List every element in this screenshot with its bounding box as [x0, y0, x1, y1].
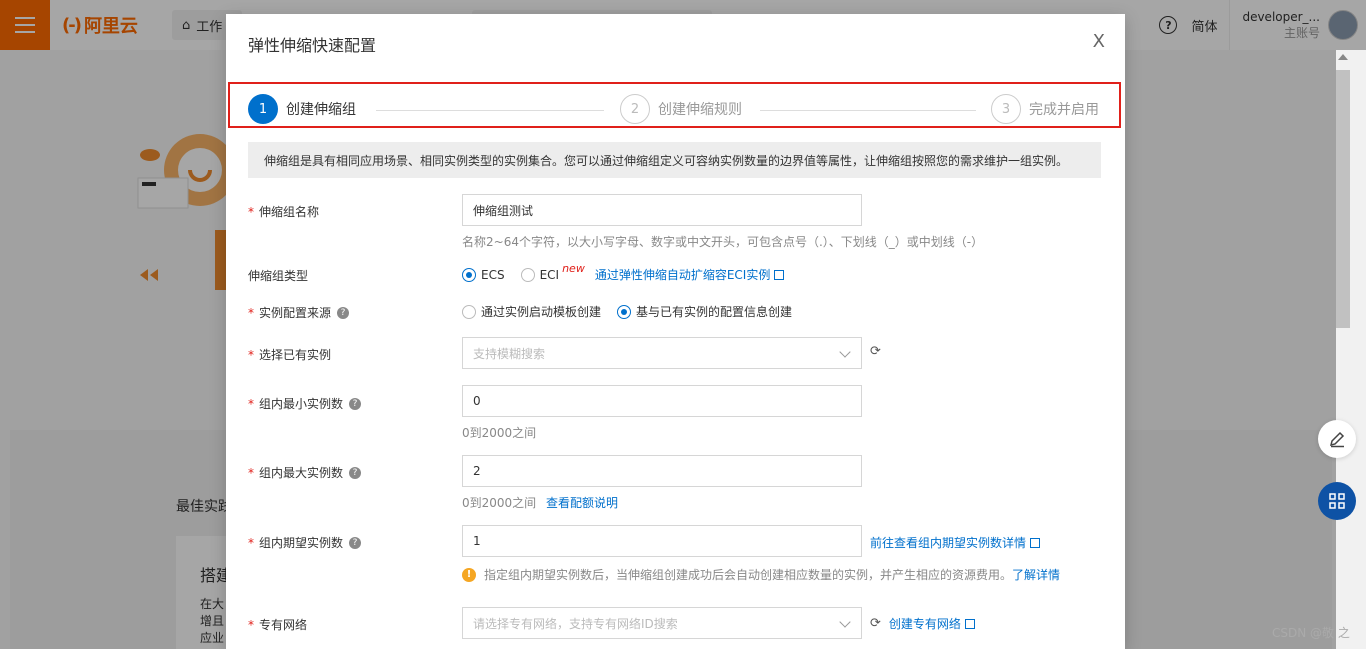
step-create-rule: 2 创建伸缩规则 [620, 94, 742, 124]
radio-eci-label[interactable]: ECI [540, 268, 560, 282]
max-instances-hint: 0到2000之间 查看配额说明 [462, 496, 619, 510]
quota-link[interactable]: 查看配额说明 [546, 496, 618, 510]
field-label-group-name: * 伸缩组名称 [248, 204, 320, 220]
chevron-down-icon [839, 616, 851, 628]
step-connector [376, 110, 604, 111]
min-instances-input[interactable]: 0 [462, 385, 862, 417]
external-link-icon [774, 270, 785, 280]
new-badge: new [562, 262, 585, 275]
field-label-instance-source: * 实例配置来源? [248, 304, 350, 321]
field-label-max-instances: * 组内最大实例数? [248, 464, 362, 481]
warning-icon: ! [462, 567, 476, 582]
desired-instances-detail-link[interactable]: 前往查看组内期望实例数详情 [870, 534, 1041, 551]
question-icon[interactable]: ? [337, 306, 350, 319]
scaling-quick-config-dialog: 弹性伸缩快速配置 X 1 创建伸缩组 2 创建伸缩规则 3 完成并启用 伸缩组是… [226, 14, 1125, 649]
step-label: 完成并启用 [1029, 102, 1099, 118]
vpc-actions: ⟳ 创建专有网络 [870, 615, 975, 632]
question-icon[interactable]: ? [349, 536, 362, 549]
group-type-radios: ECS ECI new 通过弹性伸缩自动扩缩容ECI实例 [462, 262, 785, 283]
group-name-hint: 名称2~64个字符，以大小写字母、数字或中文开头，可包含点号（.）、下划线（_）… [462, 235, 984, 249]
question-icon[interactable]: ? [349, 466, 362, 479]
radio-ecs-label[interactable]: ECS [481, 268, 505, 282]
create-vpc-link[interactable]: 创建专有网络 [889, 615, 975, 632]
field-label-desired-instances: * 组内期望实例数? [248, 534, 362, 551]
step-label: 创建伸缩规则 [658, 102, 742, 118]
dialog-title: 弹性伸缩快速配置 [248, 36, 377, 55]
select-instance-dropdown[interactable]: 支持模糊搜索 [462, 337, 862, 369]
refresh-icon[interactable]: ⟳ [870, 616, 881, 631]
step-number: 2 [620, 94, 650, 124]
field-label-min-instances: * 组内最小实例数? [248, 395, 362, 412]
eci-autoscale-link[interactable]: 通过弹性伸缩自动扩缩容ECI实例 [595, 266, 785, 283]
info-notice: 伸缩组是具有相同应用场景、相同实例类型的实例集合。您可以通过伸缩组定义可容纳实例… [248, 142, 1101, 178]
radio-ecs[interactable] [462, 267, 476, 282]
step-finish-enable: 3 完成并启用 [991, 94, 1099, 124]
close-icon[interactable]: X [1093, 32, 1105, 52]
max-instances-input[interactable]: 2 [462, 455, 862, 487]
instance-source-radios: 通过实例启动模板创建 基与已有实例的配置信息创建 [462, 303, 792, 320]
radio-launch-template-label[interactable]: 通过实例启动模板创建 [481, 303, 601, 320]
step-number: 3 [991, 94, 1021, 124]
vpc-select-dropdown[interactable]: 请选择专有网络，支持专有网络ID搜索 [462, 607, 862, 639]
chevron-down-icon [839, 346, 851, 358]
radio-existing-instance[interactable] [617, 304, 632, 319]
page-scrollbar[interactable] [1336, 50, 1366, 649]
radio-existing-instance-label[interactable]: 基与已有实例的配置信息创建 [636, 303, 792, 320]
question-icon[interactable]: ? [349, 397, 362, 410]
watermark: CSDN @敬 之 [1272, 626, 1350, 640]
radio-launch-template[interactable] [462, 304, 476, 319]
apps-grid-icon[interactable] [1318, 482, 1356, 520]
step-number: 1 [248, 94, 278, 124]
step-connector [760, 110, 976, 111]
scrollbar-thumb[interactable] [1336, 70, 1350, 328]
step-create-group: 1 创建伸缩组 [248, 94, 356, 124]
min-instances-hint: 0到2000之间 [462, 426, 537, 440]
field-label-select-instance: * 选择已有实例 [248, 347, 332, 363]
external-link-icon [1030, 538, 1041, 548]
refresh-icon[interactable]: ⟳ [870, 344, 881, 359]
external-link-icon [964, 619, 975, 629]
scroll-up-arrow-icon[interactable] [1338, 54, 1348, 60]
step-label: 创建伸缩组 [286, 102, 356, 118]
radio-eci[interactable] [520, 267, 535, 282]
learn-more-link[interactable]: 了解详情 [1012, 566, 1060, 583]
field-label-group-type: 伸缩组类型 [248, 269, 309, 283]
desired-instances-input[interactable]: 1 [462, 525, 862, 557]
desired-instances-warning: ! 指定组内期望实例数后，当伸缩组创建成功后会自动创建相应数量的实例，并产生相应… [462, 566, 1060, 583]
field-label-vpc: * 专有网络 [248, 617, 308, 633]
edit-icon[interactable] [1318, 420, 1356, 458]
group-name-input[interactable]: 伸缩组测试 [462, 194, 862, 226]
